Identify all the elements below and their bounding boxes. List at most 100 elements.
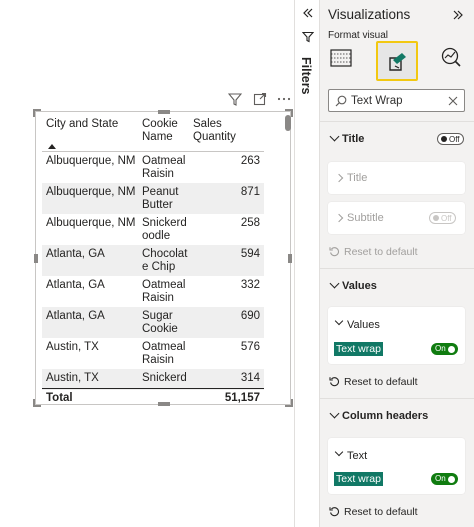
visual-header-toolbar	[228, 92, 294, 108]
cell-cookie: Chocolate Chip	[142, 248, 188, 273]
cell-city: Atlanta, GA	[46, 279, 105, 291]
cell-city: Albuquerque, NM	[46, 217, 136, 229]
title-toggle[interactable]: Off	[437, 133, 464, 145]
table-row[interactable]: Austin, TX Oatmeal Raisin 576	[42, 338, 264, 369]
chevron-down-icon	[334, 447, 344, 457]
divider	[320, 398, 474, 399]
cell-city: Austin, TX	[46, 372, 99, 384]
cell-cookie: Oatmeal Raisin	[142, 155, 186, 180]
resize-handle-bottom-left[interactable]	[33, 399, 41, 407]
total-row: Total 51,157	[42, 389, 264, 411]
resize-handle-left[interactable]	[34, 254, 38, 263]
chevron-down-icon[interactable]	[329, 408, 340, 419]
table: City and State Cookie Name Sales Quantit…	[42, 114, 288, 404]
chevron-down-icon[interactable]	[329, 131, 340, 142]
resize-handle-bottom-right[interactable]	[285, 399, 293, 407]
table-row[interactable]: Austin, TX Snickerd 314	[42, 369, 264, 390]
cell-city: Austin, TX	[46, 341, 99, 353]
search-value: Text Wrap	[351, 95, 403, 107]
reset-values-link[interactable]: Reset to default	[344, 376, 418, 388]
cell-cookie: Peanut Butter	[142, 186, 179, 211]
values-card[interactable]: Values Text wrap On	[328, 307, 465, 364]
column-header-sales[interactable]: Sales Quantity	[193, 118, 265, 144]
toggle-knob	[433, 215, 439, 221]
reset-icon[interactable]	[329, 506, 340, 517]
pane-title: Visualizations	[328, 7, 411, 22]
cell-qty: 594	[240, 248, 260, 260]
card-text-label: Text	[347, 450, 368, 462]
visualizations-pane: Visualizations Format visual Text Wrap T…	[320, 0, 474, 527]
section-title[interactable]: Values	[342, 280, 377, 292]
reset-title-link[interactable]: Reset to default	[344, 246, 418, 258]
pane-subtitle: Format visual	[328, 30, 389, 41]
cell-city: Albuquerque, NM	[46, 186, 136, 198]
card-title-label: Title	[347, 172, 368, 184]
cell-city: Albuquerque, NM	[46, 155, 136, 167]
column-headers-text-card[interactable]: Text Text wrap On	[328, 438, 465, 494]
cell-qty: 263	[240, 155, 260, 167]
cell-qty: 258	[240, 217, 260, 229]
reset-column-headers-link[interactable]: Reset to default	[344, 506, 418, 518]
toggle-knob	[448, 345, 455, 353]
resize-handle-right[interactable]	[288, 254, 292, 263]
more-options-icon[interactable]	[276, 92, 292, 106]
cell-cookie: Oatmeal Raisin	[142, 279, 186, 304]
values-text-wrap-toggle[interactable]: On	[431, 343, 458, 355]
divider	[320, 121, 474, 122]
cell-city: Atlanta, GA	[46, 310, 105, 322]
chevron-down-icon	[334, 316, 344, 326]
cell-qty: 314	[240, 372, 260, 384]
table-row[interactable]: Atlanta, GA Sugar Cookie 690	[42, 307, 264, 338]
title-card[interactable]: Title	[328, 162, 465, 194]
filters-label[interactable]: Filters	[297, 57, 317, 117]
table-row[interactable]: Albuquerque, NM Oatmeal Raisin 263	[42, 152, 264, 183]
format-search-input[interactable]: Text Wrap	[328, 89, 465, 112]
cell-cookie: Snickerdoodle	[142, 217, 187, 242]
column-header-city[interactable]: City and State	[46, 118, 140, 131]
cell-city: Atlanta, GA	[46, 248, 105, 260]
card-values-label: Values	[347, 319, 380, 331]
chevron-right-icon	[334, 213, 344, 223]
total-value: 51,157	[224, 392, 260, 404]
chevron-down-icon[interactable]	[329, 278, 340, 289]
cell-cookie: Oatmeal Raisin	[142, 341, 186, 366]
analytics-icon[interactable]	[440, 46, 462, 68]
reset-icon[interactable]	[329, 246, 340, 257]
divider	[320, 268, 474, 269]
section-title[interactable]: Column headers	[342, 410, 428, 422]
toggle-knob	[441, 136, 447, 142]
text-wrap-label: Text wrap	[334, 342, 383, 356]
format-visual-tab[interactable]	[376, 41, 418, 81]
section-title[interactable]: Title	[342, 133, 364, 145]
build-visual-icon[interactable]	[330, 47, 352, 69]
cell-qty: 690	[240, 310, 260, 322]
format-visual-icon	[389, 53, 406, 71]
card-subtitle-label: Subtitle	[347, 212, 384, 224]
search-icon	[335, 95, 347, 107]
table-row[interactable]: Atlanta, GA Chocolate Chip 594	[42, 245, 264, 276]
expand-icon[interactable]	[452, 9, 464, 21]
clear-icon[interactable]	[448, 96, 458, 106]
reset-icon[interactable]	[329, 376, 340, 387]
sort-ascending-icon	[48, 144, 56, 149]
cell-cookie: Sugar Cookie	[142, 310, 178, 335]
chevron-right-icon	[334, 173, 344, 183]
headers-text-wrap-toggle[interactable]: On	[431, 473, 458, 485]
cell-qty: 871	[240, 186, 260, 198]
text-wrap-label: Text wrap	[334, 472, 383, 486]
filter-icon	[302, 31, 314, 43]
table-row[interactable]: Atlanta, GA Oatmeal Raisin 332	[42, 276, 264, 307]
cell-qty: 332	[240, 279, 260, 291]
table-row[interactable]: Albuquerque, NM Snickerdoodle 258	[42, 214, 264, 245]
subtitle-toggle[interactable]: Off	[429, 212, 456, 224]
table-row[interactable]: Albuquerque, NM Peanut Butter 871	[42, 183, 264, 214]
subtitle-card[interactable]: Subtitle Off	[328, 202, 465, 234]
column-header-cookie[interactable]: Cookie Name	[142, 118, 188, 144]
collapse-icon[interactable]	[302, 7, 314, 19]
filter-icon[interactable]	[228, 92, 242, 106]
table-header: City and State Cookie Name Sales Quantit…	[42, 114, 288, 152]
table-visual[interactable]: City and State Cookie Name Sales Quantit…	[33, 109, 293, 407]
focus-mode-icon[interactable]	[253, 92, 267, 106]
resize-handle-top-left[interactable]	[33, 109, 41, 117]
cell-qty: 576	[240, 341, 260, 353]
